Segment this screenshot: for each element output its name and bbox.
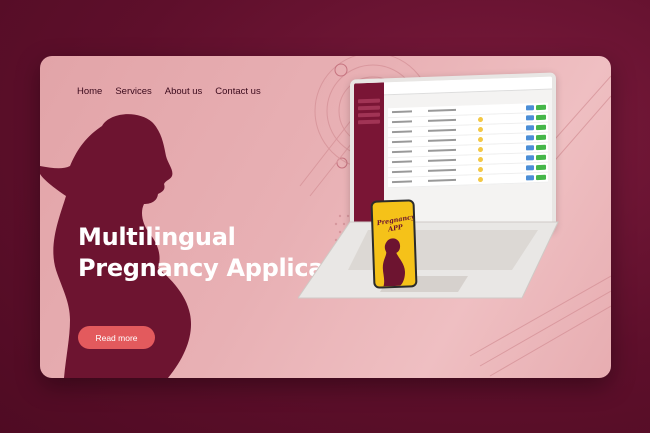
sidebar-menu-item — [358, 98, 380, 104]
nav-home[interactable]: Home — [77, 86, 102, 97]
laptop-keyboard-base — [298, 221, 559, 299]
main-nav: Home Services About us Contact us — [77, 86, 261, 97]
phone-woman-illustration — [382, 238, 405, 287]
phone-app-title: Pregnancy APP — [376, 213, 415, 235]
sidebar-menu-item — [358, 105, 380, 111]
nav-contact-us[interactable]: Contact us — [215, 86, 260, 97]
sidebar-menu-item — [358, 119, 380, 125]
phone-screen: Pregnancy APP — [372, 201, 416, 287]
dashboard-topbar — [384, 76, 552, 96]
read-more-button[interactable]: Read more — [78, 326, 155, 349]
nav-about-us[interactable]: About us — [165, 86, 203, 97]
nav-services[interactable]: Services — [115, 86, 151, 97]
sidebar-menu-item — [358, 112, 380, 118]
laptop-mockup — [292, 70, 562, 310]
phone-mockup: Pregnancy APP — [370, 199, 418, 289]
